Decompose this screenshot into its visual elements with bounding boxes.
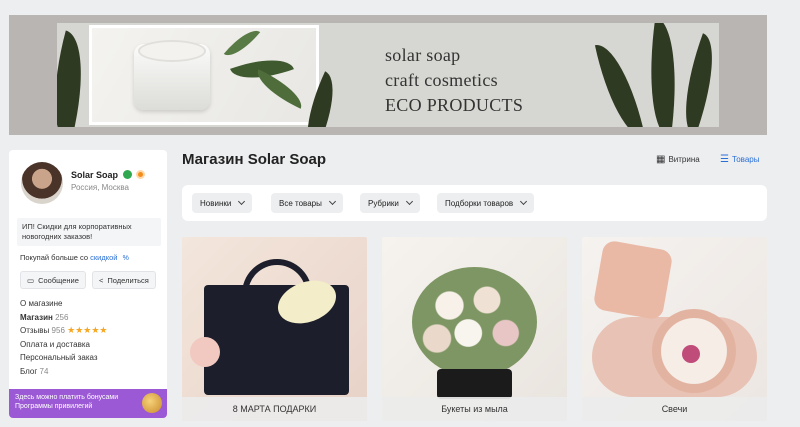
page: solar soap craft cosmetics ECO PRODUCTS … [0, 0, 800, 427]
discount-note: Покупай больше со скидкой % [20, 253, 129, 262]
menu-item-shop-label: Магазин [20, 312, 53, 322]
tile-label: 8 МАРТА ПОДАРКИ [182, 397, 367, 421]
chevron-down-icon [520, 197, 528, 206]
bonus-program-banner[interactable]: Здесь можно платить бонусами Программы п… [9, 389, 167, 418]
message-button-label: Сообщение [38, 275, 79, 285]
soap-bouquet-image [412, 267, 537, 377]
share-icon: < [99, 275, 104, 285]
menu-item-shop[interactable]: Магазин 256 [20, 311, 107, 325]
candle-holder-image [592, 239, 674, 321]
chat-icon: ▭ [27, 275, 35, 285]
tile-decorative-lettering [700, 259, 760, 273]
message-button[interactable]: ▭ Сообщение [20, 271, 86, 289]
menu-item-blog[interactable]: Блог 74 [20, 365, 107, 379]
menu-item-reviews[interactable]: Отзывы 956 ★★★★★ [20, 324, 107, 338]
shop-banner: solar soap craft cosmetics ECO PRODUCTS [9, 15, 767, 135]
filter-label: Рубрики [368, 198, 399, 208]
filter-all-goods-dropdown[interactable]: Все товары [271, 193, 343, 213]
leaf-decoration [230, 48, 294, 90]
shop-menu: О магазине Магазин 256 Отзывы 956 ★★★★★ … [20, 297, 107, 379]
menu-item-about[interactable]: О магазине [20, 297, 107, 311]
view-goods-label: Товары [731, 155, 760, 164]
chevron-down-icon [238, 197, 246, 206]
palm-leaf-right-decoration [594, 38, 646, 127]
category-tile-march8-gifts[interactable]: 8 МАРТА ПОДАРКИ [182, 237, 367, 421]
discount-note-text: Покупай больше со [20, 253, 89, 262]
category-tile-soap-bouquets[interactable]: Букеты из мыла [382, 237, 567, 421]
shop-info-card: Solar Soap Россия, Москва ИП! Скидки для… [9, 150, 167, 418]
chevron-down-icon [328, 197, 336, 206]
leaf-decoration [250, 69, 309, 109]
share-button-label: Поделиться [107, 275, 149, 285]
banner-line: solar soap [385, 45, 461, 65]
filter-categories-dropdown[interactable]: Рубрики [360, 193, 420, 213]
view-showcase-toggle[interactable]: ▦ Витрина [656, 154, 700, 165]
tile-label: Свечи [582, 397, 767, 421]
menu-item-blog-label: Блог [20, 366, 38, 376]
menu-item-reviews-label: Отзывы [20, 326, 50, 336]
dried-flower-decoration [682, 345, 700, 363]
share-button[interactable]: < Поделиться [92, 271, 156, 289]
shop-avatar[interactable] [21, 162, 63, 204]
banner-slogan: solar soap craft cosmetics ECO PRODUCTS [385, 43, 523, 118]
banner-line: ECO PRODUCTS [385, 95, 524, 115]
list-icon: ☰ [720, 154, 729, 165]
grid-icon: ▦ [656, 154, 666, 165]
banner-photo [89, 25, 319, 125]
bonus-program-text: Здесь можно платить бонусами Программы п… [15, 394, 119, 410]
cream-jar-lid [138, 40, 206, 62]
verified-shield-icon [122, 170, 132, 179]
shop-location: Россия, Москва [71, 183, 129, 192]
palm-leaf-right-decoration [638, 23, 688, 127]
filter-label: Новинки [200, 198, 232, 208]
menu-item-payment[interactable]: Оплата и доставка [20, 338, 107, 352]
filter-collections-dropdown[interactable]: Подборки товаров [437, 193, 535, 213]
bonus-coin-icon [142, 393, 162, 413]
tile-label: Букеты из мыла [382, 397, 567, 421]
palm-leaf-right-decoration [668, 33, 719, 127]
filter-bar: Новинки Все товары Рубрики Подборки това… [182, 185, 767, 221]
discount-link[interactable]: скидкой [90, 253, 117, 262]
shop-name-text[interactable]: Solar Soap [71, 170, 118, 180]
banner-image: solar soap craft cosmetics ECO PRODUCTS [57, 23, 719, 127]
top-seller-badge-icon [136, 170, 146, 179]
view-goods-toggle[interactable]: ☰ Товары [720, 154, 760, 165]
banner-line: craft cosmetics [385, 70, 498, 90]
menu-item-custom-order[interactable]: Персональный заказ [20, 351, 107, 365]
page-title: Магазин Solar Soap [182, 151, 327, 168]
menu-item-reviews-count: 956 [51, 326, 65, 336]
percent-icon: % [122, 255, 129, 262]
bouquet-box-image [437, 369, 512, 399]
filter-new-dropdown[interactable]: Новинки [192, 193, 253, 213]
rating-stars-icon: ★★★★★ [67, 325, 108, 336]
filter-label: Подборки товаров [445, 198, 514, 208]
leaf-decoration [223, 28, 261, 63]
view-showcase-label: Витрина [668, 155, 700, 164]
flower-decoration [190, 337, 220, 367]
category-tile-candles[interactable]: Свечи [582, 237, 767, 421]
menu-item-blog-count: 74 [39, 366, 49, 376]
filter-label: Все товары [279, 198, 322, 208]
chevron-down-icon [405, 197, 413, 206]
menu-item-shop-count: 256 [55, 312, 69, 322]
shop-name[interactable]: Solar Soap [71, 170, 146, 180]
shop-promo-text: ИП! Скидки для корпоративных новогодних … [17, 218, 161, 246]
